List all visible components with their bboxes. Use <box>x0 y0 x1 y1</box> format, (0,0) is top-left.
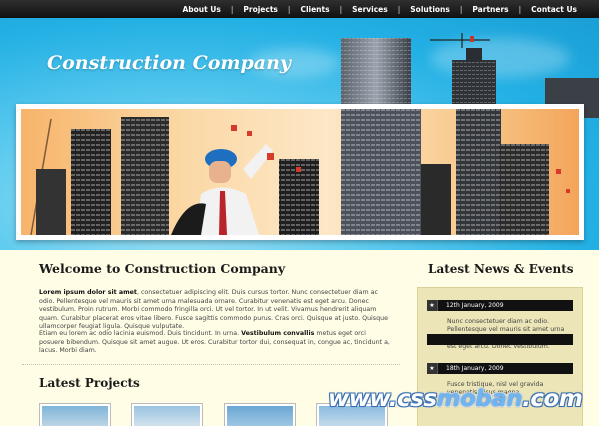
star-icon: ★ <box>427 363 438 374</box>
site-title[interactable]: Construction Company <box>47 52 291 74</box>
nav-separator: | <box>287 4 291 14</box>
second-paragraph: Etiam eu lorem ac odio lacinia euismod. … <box>39 330 391 356</box>
second-text-bold: Vestibulum convallis <box>241 330 315 337</box>
content-divider <box>22 364 400 365</box>
nav-separator: | <box>397 4 401 14</box>
second-text-before: Etiam eu lorem ac odio lacinia euismod. … <box>39 330 242 337</box>
intro-paragraph: Lorem ipsum dolor sit amet, consectetuer… <box>39 289 391 332</box>
news-date[interactable]: 18th January, 2009 <box>446 365 504 372</box>
nav-services[interactable]: Services <box>352 5 388 14</box>
watermark-part1: www.css <box>328 386 437 412</box>
nav-partners[interactable]: Partners <box>472 5 508 14</box>
top-navigation-bar: About Us | Projects | Clients | Services… <box>0 0 599 18</box>
news-date-bar: ★ 12th January, 2009 <box>427 300 573 311</box>
nav-separator: | <box>230 4 234 14</box>
nav-contact-us[interactable]: Contact Us <box>531 5 577 14</box>
construction-scene-illustration <box>30 109 570 235</box>
nav-clients[interactable]: Clients <box>300 5 329 14</box>
latest-projects-heading: Latest Projects <box>39 376 140 390</box>
nav-separator: | <box>518 4 522 14</box>
nav-solutions[interactable]: Solutions <box>410 5 450 14</box>
nav-separator: | <box>459 4 463 14</box>
news-date[interactable]: 12th January, 2009 <box>446 302 504 309</box>
welcome-heading: Welcome to Construction Company <box>39 261 286 276</box>
nav-projects[interactable]: Projects <box>243 5 278 14</box>
project-thumbnail[interactable] <box>39 403 111 426</box>
star-icon: ★ <box>427 300 438 311</box>
intro-lead: Lorem ipsum dolor sit amet <box>39 289 137 296</box>
project-thumbnail[interactable] <box>224 403 296 426</box>
watermark-logo: www.cssmoban.com <box>328 386 590 416</box>
news-date-bar: ★ 18th January, 2009 <box>427 363 573 374</box>
main-nav: About Us | Projects | Clients | Services… <box>182 0 577 18</box>
news-events-heading: Latest News & Events <box>428 262 574 276</box>
hero-banner-image <box>21 109 579 235</box>
nav-separator: | <box>339 4 343 14</box>
watermark-part2: moban <box>436 386 523 412</box>
project-thumbnail[interactable] <box>131 403 203 426</box>
hero-banner <box>16 104 584 240</box>
watermark-part3: .com <box>522 386 583 412</box>
news-date-bar-placeholder <box>427 334 573 345</box>
nav-about-us[interactable]: About Us <box>182 5 220 14</box>
